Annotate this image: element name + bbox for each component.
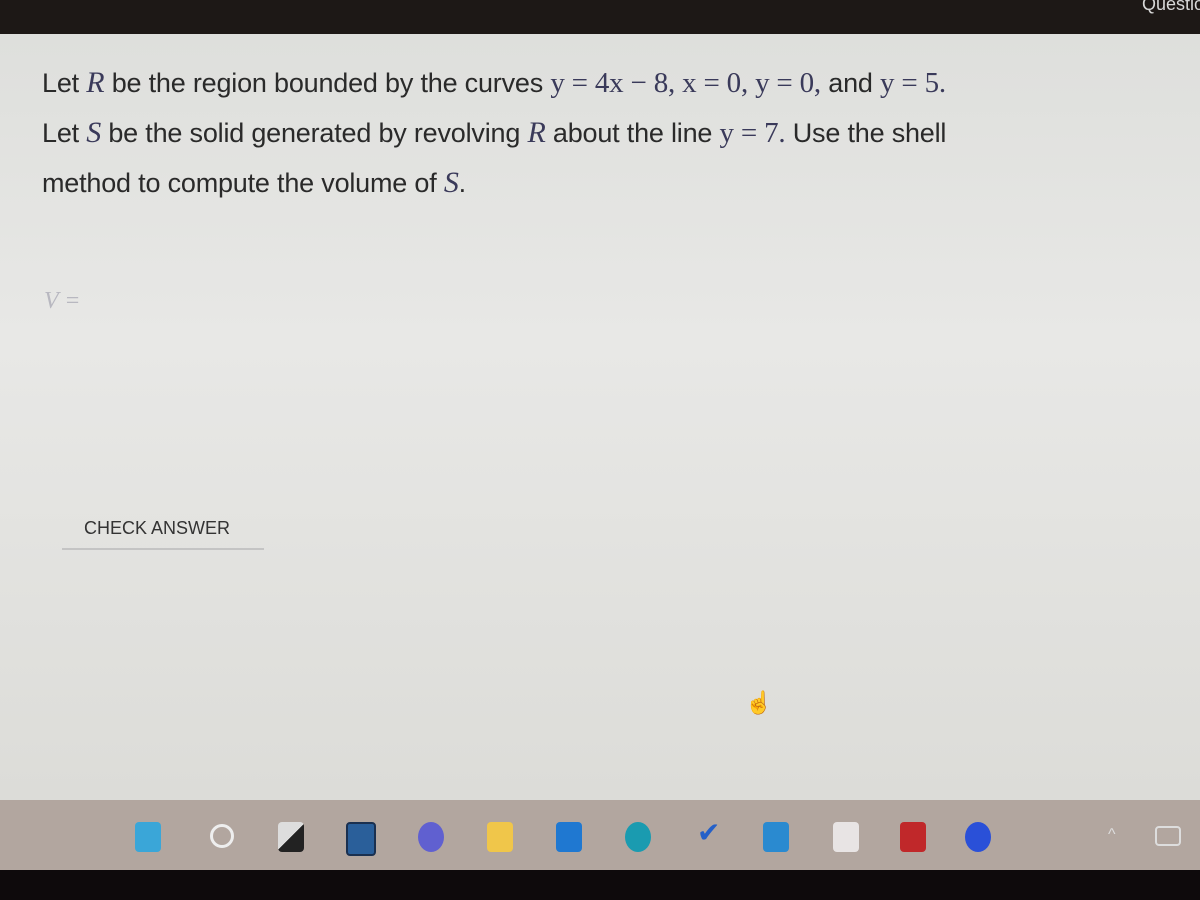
text: Let xyxy=(42,118,87,148)
math: S xyxy=(86,116,102,149)
math: y = 7. xyxy=(719,117,786,149)
todo-icon[interactable]: ✔ xyxy=(697,816,723,848)
text: about the line xyxy=(545,118,720,148)
screen-bezel xyxy=(0,870,1200,900)
acrobat-icon[interactable] xyxy=(900,822,926,852)
teams-chat-icon[interactable] xyxy=(418,822,444,852)
math: R xyxy=(527,116,546,149)
math: y = 5. xyxy=(880,67,946,99)
header-title: Questio xyxy=(1141,0,1200,14)
taskbar: ✔ ^ xyxy=(0,800,1200,870)
top-bar: Questio xyxy=(0,0,1200,34)
math: y = 4x − 8, x = 0, y = 0, xyxy=(550,67,821,99)
text: . xyxy=(458,168,467,198)
math: S xyxy=(443,166,459,199)
search-icon[interactable] xyxy=(210,824,234,848)
mouse-cursor-icon: ☝ xyxy=(745,690,773,715)
check-answer-button[interactable]: CHECK ANSWER xyxy=(62,508,264,550)
text: be the solid generated by revolving xyxy=(101,118,528,148)
discord-icon[interactable] xyxy=(965,822,991,852)
windows-start-icon[interactable] xyxy=(135,822,161,852)
text: be the region bounded by the curves xyxy=(104,68,551,98)
whiteboard-icon[interactable] xyxy=(556,822,582,852)
text: Let xyxy=(42,68,87,98)
file-explorer-icon[interactable] xyxy=(487,822,513,852)
question-line-1: Let R be the region bounded by the curve… xyxy=(42,58,1200,108)
text: Use the shell xyxy=(785,118,947,148)
text: method to compute the volume of xyxy=(42,168,444,198)
answer-label: V = xyxy=(44,288,81,314)
keyboard-icon[interactable] xyxy=(1155,826,1181,846)
chevron-up-icon[interactable]: ^ xyxy=(1108,826,1134,856)
snipping-tool-icon[interactable] xyxy=(833,822,859,852)
widgets-icon[interactable] xyxy=(346,822,376,856)
text: and xyxy=(820,68,881,98)
mail-icon[interactable] xyxy=(763,822,789,852)
math: R xyxy=(86,66,105,99)
question-line-3: method to compute the volume of S. xyxy=(42,158,1200,208)
answer-input[interactable]: V = xyxy=(44,288,80,315)
question-line-2: Let S be the solid generated by revolvin… xyxy=(42,108,1200,158)
question-text: Let R be the region bounded by the curve… xyxy=(42,58,1200,208)
edge-icon[interactable] xyxy=(625,822,651,852)
task-view-icon[interactable] xyxy=(278,822,304,852)
